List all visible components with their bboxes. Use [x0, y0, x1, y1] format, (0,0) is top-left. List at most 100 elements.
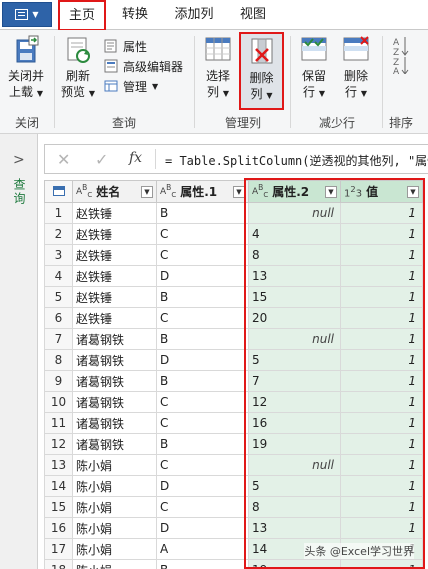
filter-dropdown-icon[interactable]: ▼: [325, 185, 337, 198]
table-row[interactable]: 14 陈小娟 D 5 1: [44, 475, 423, 497]
row-number[interactable]: 16: [44, 517, 73, 539]
remove-rows-button[interactable]: 删除 行 ▼: [336, 34, 376, 108]
table-row[interactable]: 1 赵铁锤 Bnull 1: [44, 202, 423, 224]
cell-value[interactable]: 1: [340, 454, 423, 476]
choose-columns-button[interactable]: 选择 列 ▼: [198, 34, 238, 108]
cell-attr1[interactable]: D: [156, 265, 249, 287]
cell-value[interactable]: 1: [340, 223, 423, 245]
row-number[interactable]: 1: [44, 202, 73, 224]
cell-value[interactable]: 1: [340, 265, 423, 287]
cell-name[interactable]: 诸葛钢铁: [72, 433, 157, 455]
cell-name[interactable]: 诸葛钢铁: [72, 391, 157, 413]
cell-name[interactable]: 赵铁锤: [72, 307, 157, 329]
cell-attr1[interactable]: C: [156, 496, 249, 518]
cell-value[interactable]: 1: [340, 349, 423, 371]
row-number[interactable]: 10: [44, 391, 73, 413]
cell-value[interactable]: 1: [340, 433, 423, 455]
advanced-editor-button[interactable]: 高级编辑器: [104, 56, 183, 76]
tab-home[interactable]: 主页: [58, 0, 106, 31]
table-row[interactable]: 12 诸葛钢铁 B 19 1: [44, 433, 423, 455]
table-row[interactable]: 13 陈小娟 Cnull 1: [44, 454, 423, 476]
cell-attr2[interactable]: null: [248, 202, 341, 224]
cell-value[interactable]: 1: [340, 475, 423, 497]
row-number[interactable]: 17: [44, 538, 73, 560]
row-number[interactable]: 4: [44, 265, 73, 287]
table-row[interactable]: 6 赵铁锤 C 20 1: [44, 307, 423, 329]
close-and-load-button[interactable]: 关闭并 上载 ▼: [4, 34, 48, 108]
cell-name[interactable]: 陈小娟: [72, 538, 157, 560]
cell-value[interactable]: 1: [340, 244, 423, 266]
cell-attr2[interactable]: 19: [248, 559, 341, 569]
cell-name[interactable]: 诸葛钢铁: [72, 370, 157, 392]
column-header-attr1[interactable]: ABC 属性.1 ▼: [156, 180, 249, 203]
row-number[interactable]: 15: [44, 496, 73, 518]
text-type-icon[interactable]: ABC: [160, 183, 176, 200]
number-type-icon[interactable]: 123: [344, 184, 362, 198]
cell-name[interactable]: 陈小娟: [72, 496, 157, 518]
table-row[interactable]: 7 诸葛钢铁 Bnull 1: [44, 328, 423, 350]
cell-attr1[interactable]: B: [156, 433, 249, 455]
cell-value[interactable]: 1: [340, 391, 423, 413]
cell-attr2[interactable]: 4: [248, 223, 341, 245]
cell-attr2[interactable]: 13: [248, 265, 341, 287]
cell-name[interactable]: 赵铁锤: [72, 244, 157, 266]
cell-attr2[interactable]: 8: [248, 496, 341, 518]
confirm-icon[interactable]: ✓: [95, 150, 108, 169]
cell-attr1[interactable]: D: [156, 349, 249, 371]
cell-value[interactable]: 1: [340, 412, 423, 434]
cell-attr2[interactable]: 13: [248, 517, 341, 539]
cell-name[interactable]: 诸葛钢铁: [72, 412, 157, 434]
table-row[interactable]: 15 陈小娟 C 8 1: [44, 496, 423, 518]
table-row[interactable]: 2 赵铁锤 C 4 1: [44, 223, 423, 245]
cell-attr1[interactable]: C: [156, 412, 249, 434]
table-row[interactable]: 9 诸葛钢铁 B 7 1: [44, 370, 423, 392]
cell-name[interactable]: 诸葛钢铁: [72, 349, 157, 371]
filter-dropdown-icon[interactable]: ▼: [141, 185, 153, 198]
tab-add-column[interactable]: 添加列: [166, 0, 222, 30]
row-number[interactable]: 3: [44, 244, 73, 266]
table-row[interactable]: 18陈小娟B191: [44, 559, 423, 569]
queries-pane-label[interactable]: 查询: [11, 178, 28, 206]
cell-attr2[interactable]: 16: [248, 412, 341, 434]
cell-name[interactable]: 陈小娟: [72, 517, 157, 539]
row-number[interactable]: 18: [44, 559, 73, 569]
row-number[interactable]: 7: [44, 328, 73, 350]
cell-name[interactable]: 陈小娟: [72, 559, 157, 569]
manage-button[interactable]: 管理 ▼: [104, 76, 158, 96]
cell-name[interactable]: 赵铁锤: [72, 265, 157, 287]
cell-attr2[interactable]: 15: [248, 286, 341, 308]
row-number[interactable]: 11: [44, 412, 73, 434]
refresh-preview-button[interactable]: 刷新 预览 ▼: [58, 34, 98, 108]
cell-attr1[interactable]: C: [156, 454, 249, 476]
table-row[interactable]: 11 诸葛钢铁 C 16 1: [44, 412, 423, 434]
table-row[interactable]: 4 赵铁锤 D 13 1: [44, 265, 423, 287]
table-row[interactable]: 3 赵铁锤 C 8 1: [44, 244, 423, 266]
text-type-icon[interactable]: ABC: [252, 183, 268, 200]
cell-value[interactable]: 1: [340, 370, 423, 392]
cell-name[interactable]: 赵铁锤: [72, 202, 157, 224]
fx-icon[interactable]: fx: [129, 150, 142, 166]
cell-value[interactable]: 1: [340, 496, 423, 518]
cell-attr2[interactable]: 12: [248, 391, 341, 413]
cell-name[interactable]: 陈小娟: [72, 454, 157, 476]
column-header-attr2[interactable]: ABC 属性.2 ▼: [248, 180, 341, 203]
cell-attr1[interactable]: A: [156, 538, 249, 560]
cell-value[interactable]: 1: [340, 286, 423, 308]
tab-transform[interactable]: 转换: [112, 0, 158, 30]
row-number[interactable]: 13: [44, 454, 73, 476]
cell-attr2[interactable]: 19: [248, 433, 341, 455]
cell-attr1[interactable]: C: [156, 391, 249, 413]
remove-columns-button[interactable]: 删除 列 ▼: [239, 32, 284, 110]
formula-input[interactable]: = Table.SplitColumn(逆透视的其他列, "属性: [165, 152, 428, 169]
tab-view[interactable]: 视图: [230, 0, 276, 30]
cell-attr2[interactable]: null: [248, 454, 341, 476]
row-number[interactable]: 8: [44, 349, 73, 371]
cell-value[interactable]: 1: [340, 517, 423, 539]
properties-button[interactable]: 属性: [104, 36, 147, 56]
cell-attr2[interactable]: 5: [248, 475, 341, 497]
cell-name[interactable]: 诸葛钢铁: [72, 328, 157, 350]
cell-value[interactable]: 1: [340, 307, 423, 329]
cell-attr2[interactable]: 5: [248, 349, 341, 371]
table-row[interactable]: 16 陈小娟 D 13 1: [44, 517, 423, 539]
table-row[interactable]: 10 诸葛钢铁 C 12 1: [44, 391, 423, 413]
